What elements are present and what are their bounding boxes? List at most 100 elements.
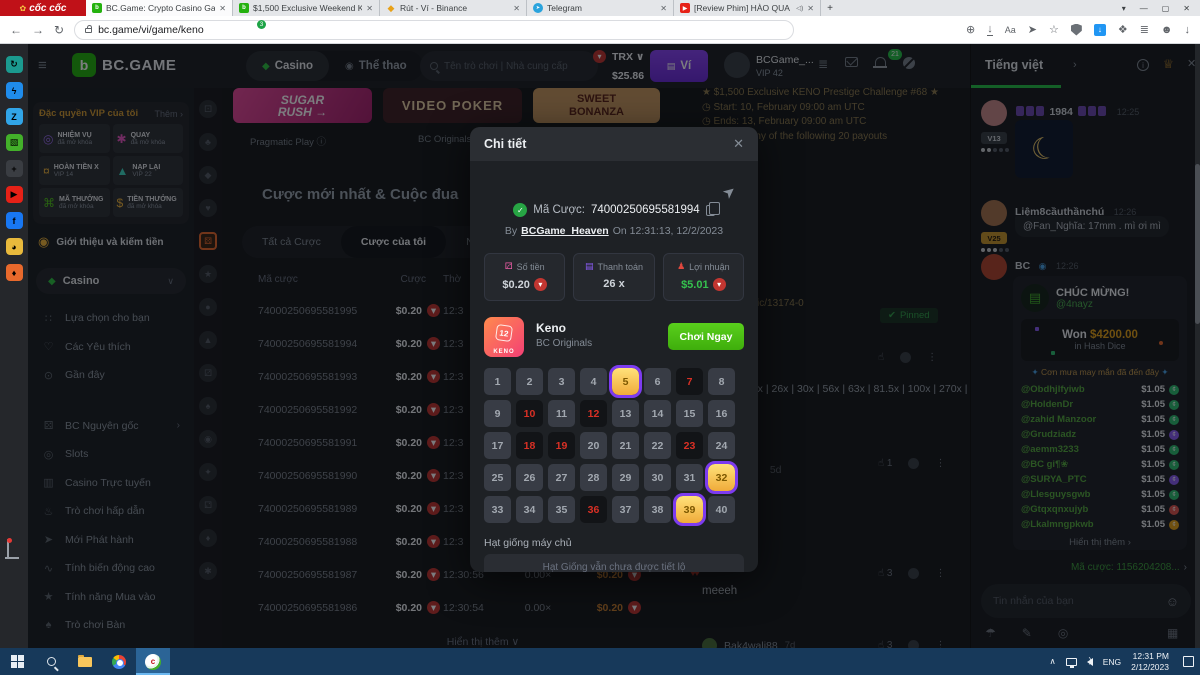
keno-cell[interactable]: 26	[516, 464, 543, 491]
keno-cell[interactable]: 18	[516, 432, 543, 459]
keno-cell[interactable]: 16	[708, 400, 735, 427]
profile-icon[interactable]: ☻	[1161, 24, 1173, 36]
browser-tab[interactable]: b $1,500 Exclusive Weekend Ke ◁) ✕	[233, 0, 380, 16]
keno-cell[interactable]: 33	[484, 496, 511, 523]
reload-icon[interactable]: ↻	[54, 23, 64, 37]
keno-cell[interactable]: 37	[612, 496, 639, 523]
keno-cell[interactable]: 15	[676, 400, 703, 427]
bettor-name[interactable]: BCGame_Heaven	[521, 225, 609, 237]
taskbar-clock[interactable]: 12:31 PM 2/12/2023	[1131, 651, 1169, 671]
page-scrollbar[interactable]	[1195, 44, 1200, 648]
rail-app-icon[interactable]: ↻	[6, 56, 23, 73]
rail-app-icon[interactable]: +	[6, 160, 23, 177]
rail-app-icon[interactable]: Z	[6, 108, 23, 125]
keno-cell[interactable]: 39	[676, 496, 703, 523]
lock-icon[interactable]	[85, 28, 92, 33]
address-field[interactable]: bc.game/vi/game/keno	[74, 20, 794, 40]
keno-cell[interactable]: 2	[516, 368, 543, 395]
download-page-icon[interactable]: ↓	[987, 23, 993, 36]
input-language[interactable]: ENG	[1103, 657, 1121, 667]
keno-cell[interactable]: 14	[644, 400, 671, 427]
scrollbar-thumb[interactable]	[1195, 164, 1200, 324]
keno-cell[interactable]: 29	[612, 464, 639, 491]
bookmark-star-icon[interactable]: ☆	[1049, 23, 1059, 36]
keno-cell[interactable]: 19	[548, 432, 575, 459]
keno-cell[interactable]: 38	[644, 496, 671, 523]
tab-close-icon[interactable]: ✕	[660, 4, 667, 13]
keno-cell[interactable]: 32	[708, 464, 735, 491]
screenshot-icon[interactable]: ⊕	[966, 23, 975, 36]
volume-icon[interactable]	[1087, 658, 1093, 666]
share-icon[interactable]: ➤	[1028, 23, 1037, 36]
tab-audio-icon[interactable]: ◁)	[796, 4, 803, 12]
tab-search-icon[interactable]: ▾	[1122, 4, 1126, 13]
download-manager-icon[interactable]: ↓	[1094, 24, 1106, 36]
keno-cell[interactable]: 31	[676, 464, 703, 491]
modal-close-icon[interactable]: ✕	[733, 136, 744, 152]
rail-app-icon[interactable]: ϟ	[6, 82, 23, 99]
keno-cell[interactable]: 12	[580, 400, 607, 427]
keno-cell[interactable]: 28	[580, 464, 607, 491]
keno-cell[interactable]: 23	[676, 432, 703, 459]
browser-tab[interactable]: b BC.Game: Crypto Casino Gam ◁) ✕	[86, 0, 233, 16]
keno-cell[interactable]: 7	[676, 368, 703, 395]
rail-app-icon[interactable]: f	[6, 212, 23, 229]
close-icon[interactable]: ✕	[1183, 4, 1190, 13]
maximize-icon[interactable]: ▢	[1162, 4, 1170, 13]
keno-game-icon[interactable]: 12 KENO	[484, 317, 524, 357]
chrome-icon[interactable]	[102, 648, 136, 675]
keno-cell[interactable]: 1	[484, 368, 511, 395]
extensions-icon[interactable]: ❖	[1118, 23, 1128, 36]
action-center-icon[interactable]	[1183, 656, 1194, 667]
keno-cell[interactable]: 5	[612, 368, 639, 395]
menu-lines-icon[interactable]: ≣	[1140, 23, 1149, 36]
keno-cell[interactable]: 8	[708, 368, 735, 395]
keno-cell[interactable]: 25	[484, 464, 511, 491]
keno-cell[interactable]: 10	[516, 400, 543, 427]
start-button[interactable]	[0, 648, 34, 675]
keno-cell[interactable]: 4	[580, 368, 607, 395]
back-icon[interactable]: ←	[10, 23, 22, 37]
keno-cell[interactable]: 27	[548, 464, 575, 491]
copy-icon[interactable]	[706, 205, 715, 216]
rail-app-icon[interactable]: ▧	[6, 134, 23, 151]
share-icon[interactable]: ➤	[719, 181, 740, 203]
notification-bell-icon[interactable]	[7, 540, 9, 558]
downloads-icon[interactable]: ↓	[1185, 24, 1191, 36]
keno-cell[interactable]: 35	[548, 496, 575, 523]
network-icon[interactable]	[1066, 658, 1077, 666]
file-explorer-icon[interactable]	[68, 648, 102, 675]
keno-cell[interactable]: 24	[708, 432, 735, 459]
forward-icon[interactable]: →	[32, 23, 44, 37]
rail-app-icon[interactable]: ◕	[6, 238, 23, 255]
tab-close-icon[interactable]: ✕	[366, 4, 373, 13]
play-now-button[interactable]: Chơi Ngay	[668, 323, 744, 350]
keno-cell[interactable]: 30	[644, 464, 671, 491]
keno-cell[interactable]: 11	[548, 400, 575, 427]
keno-cell[interactable]: 3	[548, 368, 575, 395]
coccoc-taskbar-icon[interactable]: c	[136, 648, 170, 675]
tab-close-icon[interactable]: ✕	[219, 4, 226, 13]
keno-cell[interactable]: 6	[644, 368, 671, 395]
browser-tab[interactable]: ➤ Telegram ◁) ✕	[527, 0, 674, 16]
keno-cell[interactable]: 20	[580, 432, 607, 459]
browser-tab[interactable]: ◆ Rút - Ví - Binance ◁) ✕	[380, 0, 527, 16]
new-tab-button[interactable]: +	[821, 0, 839, 16]
keno-cell[interactable]: 40	[708, 496, 735, 523]
tab-close-icon[interactable]: ✕	[807, 4, 814, 13]
minimize-icon[interactable]: —	[1140, 4, 1148, 13]
rail-app-icon[interactable]: ▶	[6, 186, 23, 203]
adblock-shield-icon[interactable]	[1071, 24, 1082, 36]
keno-cell[interactable]: 36	[580, 496, 607, 523]
taskbar-search-icon[interactable]	[34, 648, 68, 675]
keno-cell[interactable]: 17	[484, 432, 511, 459]
rail-app-icon[interactable]: ♦	[6, 264, 23, 281]
keno-cell[interactable]: 21	[612, 432, 639, 459]
keno-cell[interactable]: 34	[516, 496, 543, 523]
keno-cell[interactable]: 9	[484, 400, 511, 427]
translate-icon[interactable]: Aa	[1005, 25, 1016, 35]
tray-expand-icon[interactable]: ∧	[1050, 656, 1056, 667]
tab-close-icon[interactable]: ✕	[513, 4, 520, 13]
browser-tab[interactable]: ▶ [Review Phim] HÀO QUA ◁) ✕	[674, 0, 821, 16]
keno-cell[interactable]: 13	[612, 400, 639, 427]
